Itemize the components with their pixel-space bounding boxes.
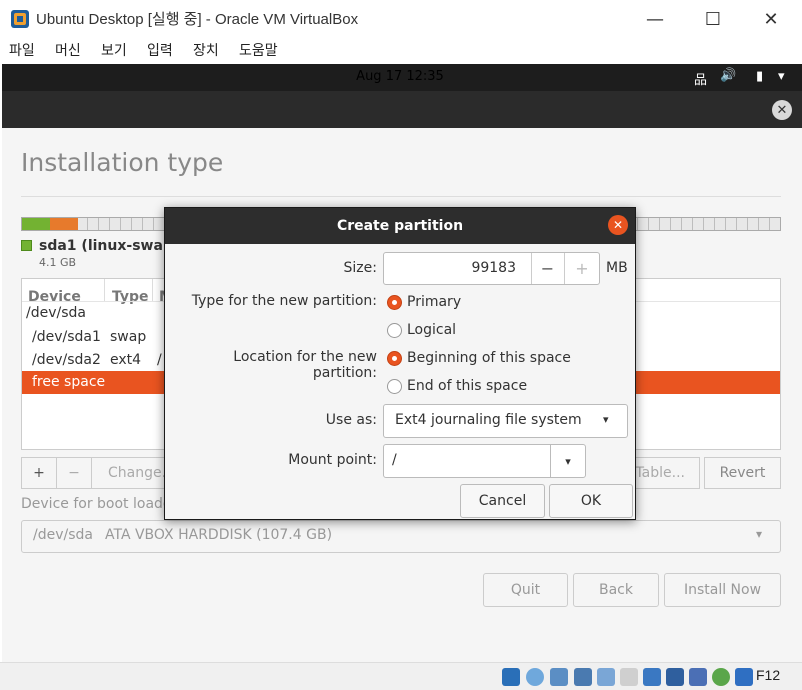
battery-icon[interactable]: ▮ [756, 69, 763, 84]
disk-bar-swap-segment [22, 218, 50, 230]
column-separator [104, 279, 105, 301]
add-partition-button[interactable]: + [21, 457, 57, 489]
audio-icon[interactable] [550, 668, 568, 686]
dialog-close-icon[interactable]: ✕ [608, 215, 628, 235]
size-decrement-button[interactable]: − [531, 253, 563, 284]
change-partition-button[interactable]: Change... [91, 457, 175, 489]
logical-label[interactable]: Logical [407, 322, 456, 338]
logical-radio[interactable] [387, 323, 402, 338]
use-as-label: Use as: [325, 412, 377, 428]
system-menu-chevron-icon[interactable]: ▾ [778, 69, 785, 84]
menu-file[interactable]: 파일 [9, 40, 35, 60]
legend-size: 4.1 GB [39, 256, 77, 269]
type-label: Type for the new partition: [191, 293, 377, 309]
menu-machine[interactable]: 머신 [55, 40, 81, 60]
end-label[interactable]: End of this space [407, 378, 527, 394]
table-row-device[interactable]: free space [32, 374, 105, 390]
legend-label: sda1 (linux-swap) [39, 238, 180, 254]
mouse-integration-icon[interactable] [712, 668, 730, 686]
column-separator [152, 279, 153, 301]
ok-button[interactable]: OK [549, 484, 633, 518]
video-capture-icon[interactable] [666, 668, 684, 686]
table-row-mount: / [157, 352, 162, 368]
mount-point-input[interactable] [383, 444, 551, 478]
host-menubar: 파일 머신 보기 입력 장치 도움말 [0, 38, 802, 64]
virtualization-icon[interactable] [689, 668, 707, 686]
mount-point-value[interactable]: / [392, 452, 397, 468]
menu-view[interactable]: 보기 [101, 40, 127, 60]
primary-label[interactable]: Primary [407, 294, 461, 310]
cancel-button[interactable]: Cancel [460, 484, 545, 518]
quit-button[interactable]: Quit [483, 573, 568, 607]
mount-point-dropdown-button[interactable]: ▾ [550, 444, 586, 478]
table-row-device[interactable]: /dev/sda [26, 305, 86, 321]
size-input[interactable]: 99183 [390, 260, 516, 276]
clock[interactable]: Aug 17 12:35 [0, 69, 800, 84]
keyboard-capture-icon[interactable] [735, 668, 753, 686]
page-title: Installation type [21, 148, 224, 177]
legend-swap-swatch [21, 240, 32, 251]
menu-input[interactable]: 입력 [147, 40, 173, 60]
network-icon[interactable]: 品 [694, 69, 707, 88]
chevron-down-icon: ▾ [603, 413, 609, 426]
column-header-device[interactable]: Device [28, 289, 81, 305]
column-header-type[interactable]: Type [112, 289, 149, 305]
hard-disk-icon[interactable] [502, 668, 520, 686]
dialog-title: Create partition [336, 218, 464, 234]
location-label: Location for the new partition: [233, 349, 377, 381]
installer-header [2, 91, 802, 128]
volume-icon[interactable]: 🔊 [720, 68, 736, 83]
usb-icon[interactable] [597, 668, 615, 686]
table-row-type: swap [110, 329, 147, 345]
menu-devices[interactable]: 장치 [193, 40, 219, 60]
table-row-type: ext4 [110, 352, 142, 368]
optical-drive-icon[interactable] [526, 668, 544, 686]
install-now-button[interactable]: Install Now [664, 573, 781, 607]
boot-loader-description: ATA VBOX HARDDISK (107.4 GB) [105, 527, 333, 543]
disk-bar-ext4-segment [50, 218, 78, 230]
table-row-device[interactable]: /dev/sda2 [32, 352, 101, 368]
host-key-label: F12 [756, 667, 781, 683]
beginning-radio[interactable] [387, 351, 402, 366]
chevron-down-icon: ▾ [756, 527, 763, 541]
size-unit: MB [606, 260, 628, 276]
installer-title: Install [375, 10, 425, 26]
size-label: Size: [343, 260, 377, 276]
divider [21, 196, 781, 197]
beginning-label[interactable]: Beginning of this space [407, 350, 571, 366]
primary-radio[interactable] [387, 295, 402, 310]
boot-loader-label: Device for boot loade [21, 496, 172, 512]
back-button[interactable]: Back [573, 573, 659, 607]
end-radio[interactable] [387, 379, 402, 394]
mount-point-label: Mount point: [288, 452, 377, 468]
display-icon[interactable] [643, 668, 661, 686]
menu-help[interactable]: 도움말 [239, 40, 278, 60]
shared-folders-icon[interactable] [620, 668, 638, 686]
installer-close-icon[interactable]: ✕ [772, 100, 792, 120]
table-row-device[interactable]: /dev/sda1 [32, 329, 101, 345]
revert-button[interactable]: Revert [704, 457, 781, 489]
boot-loader-device: /dev/sda [33, 527, 93, 543]
network-adapter-icon[interactable] [574, 668, 592, 686]
size-increment-button[interactable]: + [564, 253, 599, 284]
use-as-value: Ext4 journaling file system [395, 412, 582, 428]
remove-partition-button[interactable]: − [56, 457, 92, 489]
